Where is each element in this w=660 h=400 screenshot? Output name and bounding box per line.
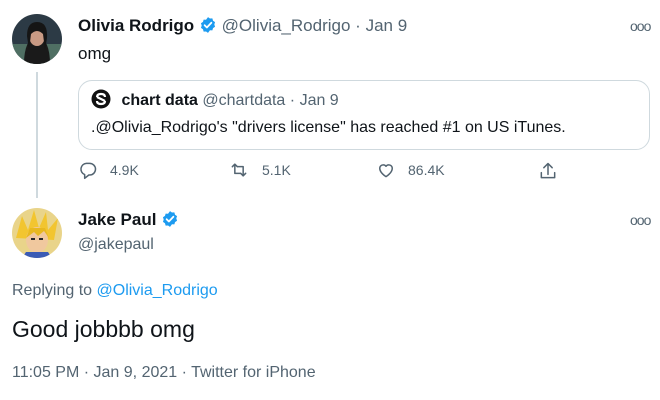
author-handle[interactable]: @Olivia_Rodrigo <box>222 16 351 35</box>
separator-dot: · <box>289 92 296 109</box>
replying-to-handle[interactable]: @Olivia_Rodrigo <box>97 282 218 299</box>
retweet-count: 5.1K <box>262 162 291 178</box>
quote-author-handle: @chartdata <box>202 92 286 109</box>
reply-icon <box>80 162 97 180</box>
separator-dot: · <box>181 364 187 381</box>
reply-metadata: 11:05 PM · Jan 9, 2021 · Twitter for iPh… <box>12 364 316 382</box>
reply-time[interactable]: 11:05 PM <box>12 364 79 381</box>
share-icon <box>540 162 556 179</box>
retweet-button[interactable]: 5.1K <box>228 160 291 180</box>
verified-badge-icon <box>199 16 217 39</box>
heart-icon <box>379 164 393 178</box>
share-button[interactable] <box>538 160 570 182</box>
separator-dot: · <box>355 16 361 35</box>
replying-to-label: Replying to <box>12 282 93 299</box>
quoted-tweet[interactable]: chart data @chartdata · Jan 9 .@Olivia_R… <box>78 80 650 150</box>
reply-text: Good jobbbb omg <box>12 316 195 342</box>
olivia-avatar[interactable] <box>12 14 62 64</box>
reply-button[interactable]: 4.9K <box>78 160 139 180</box>
more-icon[interactable]: ooo <box>630 212 651 228</box>
like-count: 86.4K <box>408 162 445 178</box>
chart-data-avatar <box>91 89 111 114</box>
tweet-text: omg <box>78 44 112 63</box>
author-name[interactable]: Olivia Rodrigo <box>78 16 194 35</box>
reply-author-handle[interactable]: @jakepaul <box>78 236 154 254</box>
quote-author-name: chart data <box>121 92 198 109</box>
reply-count: 4.9K <box>110 162 139 178</box>
reply-date[interactable]: Jan 9, 2021 <box>94 364 178 381</box>
jake-avatar[interactable] <box>12 208 62 258</box>
quote-text: .@Olivia_Rodrigo's "drivers license" has… <box>91 119 566 136</box>
separator-dot: · <box>83 364 90 381</box>
reply-author-name[interactable]: Jake Paul <box>78 210 156 229</box>
retweet-icon <box>231 163 247 177</box>
tweet-header: Olivia Rodrigo @Olivia_Rodrigo · Jan 9 <box>78 16 407 39</box>
more-icon[interactable]: ooo <box>630 18 651 34</box>
reply-author-name-row: Jake Paul <box>78 210 179 233</box>
quote-date: Jan 9 <box>299 92 339 109</box>
reply-source[interactable]: Twitter for iPhone <box>191 364 316 381</box>
verified-badge-icon <box>161 210 179 233</box>
quote-header: chart data @chartdata · Jan 9 <box>91 89 339 114</box>
replying-to: Replying to @Olivia_Rodrigo <box>12 282 218 300</box>
thread-connector <box>36 72 38 198</box>
like-button[interactable]: 86.4K <box>376 160 445 180</box>
tweet-date[interactable]: Jan 9 <box>366 16 408 35</box>
